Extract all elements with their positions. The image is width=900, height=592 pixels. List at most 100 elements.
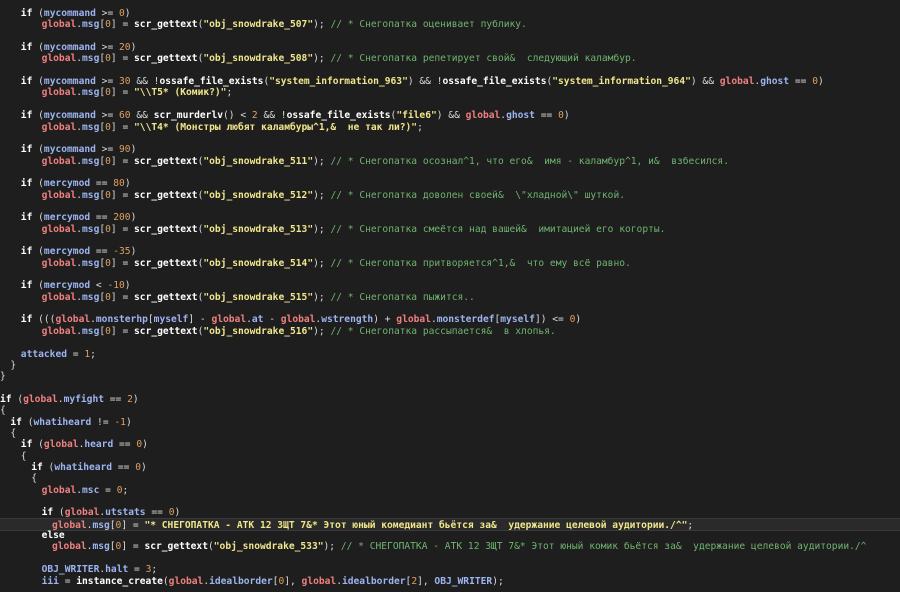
code-token: instance_create xyxy=(76,575,163,587)
code-token: = xyxy=(128,564,146,576)
code-token: 30 xyxy=(119,76,131,88)
code-token: () < xyxy=(223,110,252,122)
code-token: ) xyxy=(563,110,570,122)
code-token: ) xyxy=(130,42,137,54)
code-token: if xyxy=(20,144,33,156)
code-token: ) xyxy=(140,462,147,473)
code-token: monsterdef xyxy=(436,314,495,326)
code-token: == xyxy=(145,507,169,519)
code-token: msg xyxy=(82,87,100,99)
code-token: global xyxy=(41,19,77,31)
code-token: == xyxy=(104,393,128,405)
code-token: scr_gettext xyxy=(134,189,198,201)
code-token: 200 xyxy=(113,212,131,224)
code-token: msg xyxy=(82,53,100,65)
code-token: global xyxy=(280,314,316,326)
code-token: ) && xyxy=(436,110,466,122)
code-token: // * Снегопатка смеётся над вашей& имита… xyxy=(330,223,666,235)
code-token: "obj_snowdrake_516" xyxy=(203,325,314,337)
code-token: ( xyxy=(42,462,55,473)
code-token: ) xyxy=(125,416,132,428)
code-token: msg xyxy=(92,541,110,553)
code-token: ], xyxy=(417,575,435,587)
code-token: ] = xyxy=(121,541,145,553)
code-token: "\\T5* (Комик?)" xyxy=(134,87,227,99)
code-token: ); xyxy=(313,19,331,31)
code-token: 20 xyxy=(119,42,131,54)
code-token: >= xyxy=(95,144,120,156)
code-token: scr_gettext xyxy=(144,541,208,553)
code-token: ossafe_file_exists xyxy=(159,76,264,88)
code-token: global xyxy=(55,314,91,326)
code-token: heard xyxy=(84,439,114,451)
code-token: myself xyxy=(500,314,535,326)
code-token: // * Снегопатка оценивает публику. xyxy=(330,19,527,31)
code-token: mercymod xyxy=(43,178,91,190)
code-token: if xyxy=(20,110,33,122)
code-token: >= xyxy=(95,8,120,19)
code-token: ]) <= xyxy=(534,314,570,326)
code-token: scr_gettext xyxy=(134,19,198,31)
code-token: "obj_snowdrake_515" xyxy=(203,291,314,303)
code-token: ); xyxy=(323,541,341,553)
code-token: < xyxy=(90,280,108,292)
code-token: scr_gettext xyxy=(134,325,198,337)
code-token: ossafe_file_exists xyxy=(442,76,547,88)
code-token: mycommand xyxy=(43,8,96,19)
code-token: msg xyxy=(82,19,100,31)
code-token: && xyxy=(130,110,154,122)
code-token: idealborder xyxy=(341,575,406,587)
code-token: } xyxy=(0,371,6,383)
code-token: ); xyxy=(313,223,331,235)
code-token: msc xyxy=(82,484,100,496)
code-token: ) + xyxy=(373,314,397,326)
code-token: ( xyxy=(32,280,44,292)
code-token: "obj_snowdrake_512" xyxy=(203,189,314,201)
code-token: global xyxy=(43,439,79,451)
code-token: ); xyxy=(313,53,331,65)
code-token: ) xyxy=(124,280,131,292)
code-token: == xyxy=(90,178,114,190)
code-token: // * СНЕГОПАТКА - АТК 12 ЗЩТ 7&* Этот юн… xyxy=(340,541,867,553)
code-token: scr_gettext xyxy=(134,291,198,303)
code-token: ; xyxy=(151,564,158,576)
code-token: ) xyxy=(130,212,137,224)
code-token: "obj_snowdrake_508" xyxy=(203,53,314,65)
code-token: ( xyxy=(32,8,44,19)
code-token: ] = xyxy=(110,223,135,235)
code-token: ); xyxy=(313,155,331,167)
code-token: ( xyxy=(32,178,44,190)
code-token: at xyxy=(251,314,264,326)
code-token: attacked xyxy=(20,348,68,360)
code-line[interactable]: iii = instance_create(global.idealborder… xyxy=(0,575,900,588)
code-token: scr_gettext xyxy=(134,257,198,269)
code-token: wstrength xyxy=(321,314,374,326)
code-editor[interactable]: if (mycommand >= 0) global.msg[0] = scr_… xyxy=(0,0,900,592)
code-token: ] = xyxy=(110,53,135,65)
code-token: ( xyxy=(32,212,44,224)
code-token: OBJ_WRITER xyxy=(41,564,100,576)
code-token: ; xyxy=(226,87,233,99)
code-token: mycommand xyxy=(43,76,96,88)
code-token: mercymod xyxy=(43,212,91,224)
code-token: global xyxy=(41,484,77,496)
code-token: global xyxy=(301,575,337,587)
code-token: ( xyxy=(53,507,65,519)
code-token: msg xyxy=(82,121,100,133)
code-token: // * Снегопатка осознал^1, что его& имя … xyxy=(330,155,729,167)
code-token: ) xyxy=(174,507,181,519)
code-token: ghost xyxy=(760,76,790,88)
code-token: ( xyxy=(32,42,44,54)
code-token: ) xyxy=(575,314,582,326)
code-token: monsterhp xyxy=(95,314,148,326)
code-token: { xyxy=(20,450,27,462)
code-token: halt xyxy=(105,564,129,576)
code-token: "obj_snowdrake_514" xyxy=(203,257,314,269)
code-token: ], xyxy=(284,575,302,587)
code-token: ] = xyxy=(110,291,135,303)
code-token: ] = xyxy=(110,189,135,201)
code-token: "obj_snowdrake_511" xyxy=(203,155,314,167)
code-token: ( xyxy=(32,246,44,258)
code-token: ) xyxy=(130,144,137,156)
code-token: global xyxy=(719,76,755,88)
